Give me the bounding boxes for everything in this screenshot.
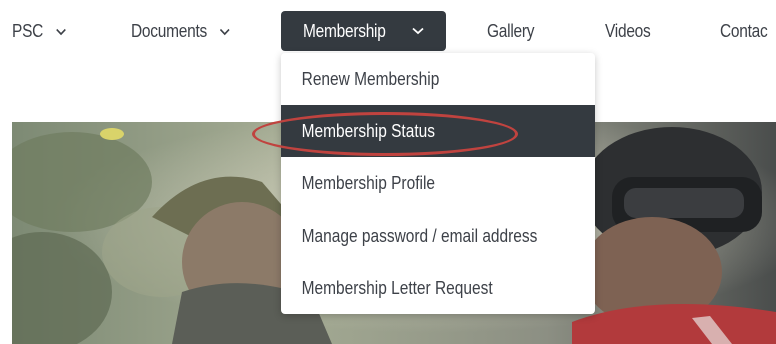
nav-item-label: Videos [605, 21, 651, 41]
chevron-down-icon [219, 28, 230, 36]
menu-item-label: Membership Profile [301, 173, 435, 193]
menu-item-membership-profile[interactable]: Membership Profile [281, 157, 595, 209]
menu-item-label: Membership Status [301, 121, 436, 141]
nav-item-videos[interactable]: Videos [605, 11, 651, 51]
nav-item-documents[interactable]: Documents [131, 11, 230, 51]
nav-item-label: PSC [12, 21, 44, 41]
nav-item-label: Gallery [487, 21, 535, 41]
nav-item-label: Contac [720, 21, 768, 41]
nav-item-psc[interactable]: PSC [12, 11, 66, 51]
nav-item-gallery[interactable]: Gallery [487, 11, 534, 51]
chevron-down-icon [56, 28, 66, 36]
menu-item-membership-status[interactable]: Membership Status [281, 105, 595, 157]
menu-item-label: Membership Letter Request [301, 278, 493, 298]
menu-item-manage-password[interactable]: Manage password / email address [281, 210, 595, 262]
chevron-down-icon [412, 27, 424, 35]
nav-item-contact[interactable]: Contac [720, 11, 768, 51]
nav-item-label: Documents [131, 21, 207, 41]
membership-dropdown-menu: Renew Membership Membership Status Membe… [281, 53, 595, 314]
menu-item-membership-letter-request[interactable]: Membership Letter Request [281, 262, 595, 314]
menu-item-renew-membership[interactable]: Renew Membership [281, 53, 595, 105]
nav-item-label: Membership [303, 21, 386, 41]
menu-item-label: Manage password / email address [301, 226, 538, 246]
menu-item-label: Renew Membership [301, 69, 440, 89]
nav-item-membership[interactable]: Membership [281, 11, 446, 51]
